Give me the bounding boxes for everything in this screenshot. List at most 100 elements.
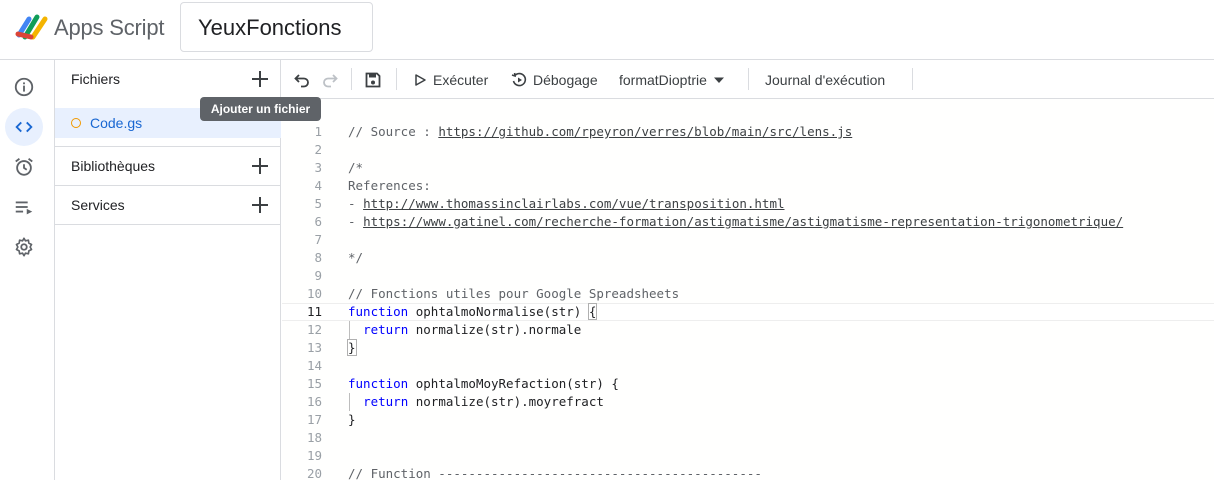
code-line[interactable]: 17} xyxy=(282,411,1214,429)
code-line[interactable]: 19 xyxy=(282,447,1214,465)
line-number: 3 xyxy=(314,160,322,175)
save-button[interactable] xyxy=(361,68,385,92)
line-text: // Function ----------------------------… xyxy=(348,466,762,480)
file-name: Code.gs xyxy=(90,115,143,131)
line-number: 9 xyxy=(314,268,322,283)
libraries-label: Bibliothèques xyxy=(71,158,156,174)
code-editor[interactable]: 1 // Source : https://github.com/rpeyron/… xyxy=(282,99,1214,480)
files-section-header: Fichiers xyxy=(55,60,281,99)
line-text: } xyxy=(347,339,357,356)
project-title: YeuxFonctions xyxy=(198,15,342,40)
debug-button[interactable]: Débogage xyxy=(511,69,598,91)
plus-icon xyxy=(252,71,268,87)
code-line[interactable]: 18 xyxy=(282,429,1214,447)
code-line[interactable]: 7 xyxy=(282,231,1214,249)
line-number: 18 xyxy=(306,430,322,445)
indent-guide xyxy=(349,321,350,339)
code-line[interactable]: 4 References: xyxy=(282,177,1214,195)
triggers-button[interactable] xyxy=(5,148,43,186)
executions-button[interactable] xyxy=(5,188,43,226)
line-number: 12 xyxy=(306,322,322,337)
code-icon xyxy=(15,121,33,133)
info-icon xyxy=(14,77,34,97)
code-line[interactable]: 8 */ xyxy=(282,249,1214,267)
execution-log-button[interactable]: Journal d'exécution xyxy=(765,69,885,91)
line-number: 19 xyxy=(306,448,322,463)
plus-icon xyxy=(252,158,268,174)
line-text: References: xyxy=(348,178,431,193)
services-label: Services xyxy=(71,197,125,213)
caret-down-icon xyxy=(713,77,724,83)
toolbar-divider xyxy=(351,68,352,90)
run-button[interactable]: Exécuter xyxy=(413,69,488,91)
line-text: - http://www.thomassinclairlabs.com/vue/… xyxy=(348,196,785,211)
function-select-value: formatDioptrie xyxy=(619,72,707,88)
gear-icon xyxy=(15,237,33,257)
files-panel: Fichiers Code.gs Bibliothèques Services xyxy=(55,60,281,480)
line-number: 6 xyxy=(314,214,322,229)
line-text: // Source : https://github.com/rpeyron/v… xyxy=(348,124,853,139)
left-nav-rail xyxy=(0,60,55,480)
line-number: 14 xyxy=(306,358,322,373)
indent-guide xyxy=(349,393,350,411)
project-title-field[interactable]: YeuxFonctions xyxy=(180,2,373,52)
alarm-icon xyxy=(15,158,33,176)
run-label: Exécuter xyxy=(433,72,489,88)
line-number: 10 xyxy=(306,286,322,301)
redo-icon xyxy=(323,74,338,88)
code-line[interactable]: 15 function ophtalmoMoyRefaction(str) { xyxy=(282,375,1214,393)
code-line[interactable]: 10 // Fonctions utiles pour Google Spread… xyxy=(282,285,1214,303)
undo-button[interactable] xyxy=(290,68,314,92)
add-library-button[interactable] xyxy=(247,153,273,179)
add-file-tooltip: Ajouter un fichier xyxy=(200,97,321,121)
line-number: 15 xyxy=(306,376,322,391)
line-text: return normalize(str).normale xyxy=(363,322,582,337)
toolbar-divider xyxy=(396,68,397,90)
line-number: 20 xyxy=(306,466,322,480)
file-status-dot xyxy=(71,118,81,128)
line-number: 4 xyxy=(314,178,322,193)
line-number: 1 xyxy=(314,124,322,139)
code-line[interactable]: 12 return normalize(str).normale xyxy=(282,321,1214,339)
function-select[interactable]: formatDioptrie xyxy=(619,69,726,91)
executions-icon xyxy=(15,201,33,215)
line-text: */ xyxy=(348,250,364,265)
services-section-header: Services xyxy=(55,186,281,225)
toolbar-divider xyxy=(748,68,749,90)
editor-button[interactable] xyxy=(5,108,43,146)
line-number: 13 xyxy=(306,340,322,355)
overview-button[interactable] xyxy=(5,68,43,106)
files-label: Fichiers xyxy=(71,71,121,87)
line-number: 16 xyxy=(306,394,322,409)
line-number: 5 xyxy=(314,196,322,211)
plus-icon xyxy=(252,197,268,213)
save-icon xyxy=(365,72,381,88)
add-file-button[interactable] xyxy=(247,66,273,92)
line-number: 8 xyxy=(314,250,322,265)
redo-button[interactable] xyxy=(318,68,342,92)
code-line[interactable]: 9 xyxy=(282,267,1214,285)
toolbar-divider xyxy=(912,68,913,90)
line-text: - https://www.gatinel.com/recherche-form… xyxy=(348,214,1124,229)
execution-log-label: Journal d'exécution xyxy=(765,72,886,88)
code-line[interactable]: 2 xyxy=(282,141,1214,159)
apps-script-logo-icon[interactable] xyxy=(15,13,49,41)
code-line[interactable]: 16 return normalize(str).moyrefract xyxy=(282,393,1214,411)
line-text: } xyxy=(348,412,356,427)
line-number: 11 xyxy=(306,304,322,319)
code-line[interactable]: 3 /* xyxy=(282,159,1214,177)
app-name[interactable]: Apps Script xyxy=(54,15,164,41)
settings-button[interactable] xyxy=(5,228,43,266)
code-line[interactable]: 13} xyxy=(282,339,1214,357)
code-line[interactable]: 1 // Source : https://github.com/rpeyron/… xyxy=(282,123,1214,141)
code-line[interactable]: 14 xyxy=(282,357,1214,375)
line-text: function ophtalmoMoyRefaction(str) { xyxy=(348,376,619,391)
line-number: 7 xyxy=(314,232,322,247)
line-text: return normalize(str).moyrefract xyxy=(363,394,604,409)
code-line[interactable]: 20 // Function --------------------------… xyxy=(282,465,1214,480)
add-service-button[interactable] xyxy=(247,192,273,218)
code-lines: 1 // Source : https://github.com/rpeyron/… xyxy=(282,123,1214,480)
code-line[interactable]: 5 - http://www.thomassinclairlabs.com/vue… xyxy=(282,195,1214,213)
code-line[interactable]: 11 function ophtalmoNormalise(str) { xyxy=(282,303,1214,321)
code-line[interactable]: 6 - https://www.gatinel.com/recherche-for… xyxy=(282,213,1214,231)
